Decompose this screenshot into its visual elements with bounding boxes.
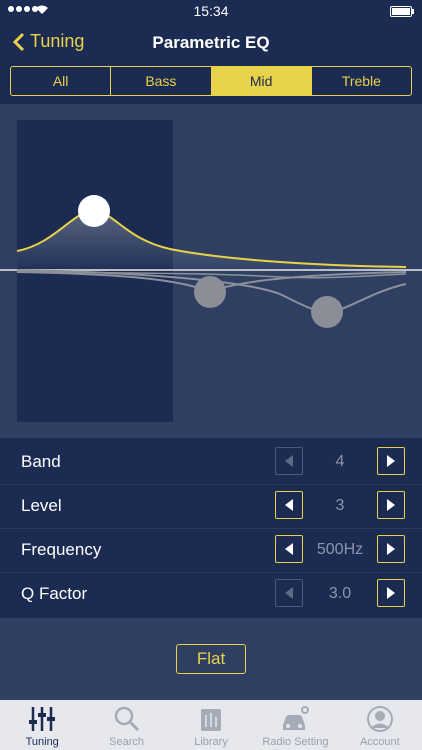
band-decrease-button[interactable] xyxy=(275,447,303,475)
segment-bass[interactable]: Bass xyxy=(111,67,212,95)
arrow-right-icon xyxy=(387,587,395,599)
eq-curve-graph[interactable] xyxy=(0,104,422,438)
user-icon xyxy=(366,706,393,732)
level-increase-button[interactable] xyxy=(377,491,405,519)
tab-label: Radio Setting xyxy=(262,736,329,748)
q-factor-increase-button[interactable] xyxy=(377,579,405,607)
arrow-right-icon xyxy=(387,499,395,511)
param-label: Level xyxy=(21,496,62,515)
tab-search[interactable]: Search xyxy=(84,700,168,750)
segment-treble[interactable]: Treble xyxy=(312,67,411,95)
param-value: 3 xyxy=(335,497,345,514)
active-band-fill xyxy=(17,210,406,270)
param-label: Band xyxy=(21,452,61,471)
flat-section: Flat xyxy=(0,618,422,700)
car-radio-icon xyxy=(283,706,310,730)
status-bar: 15:34 xyxy=(0,0,422,22)
battery-icon xyxy=(390,6,414,17)
flat-button[interactable]: Flat xyxy=(176,644,246,674)
tab-tuning[interactable]: Tuning xyxy=(0,700,84,750)
band-increase-button[interactable] xyxy=(377,447,405,475)
tab-label: Tuning xyxy=(25,736,59,748)
library-icon xyxy=(201,709,222,731)
tab-library[interactable]: Library xyxy=(169,700,253,750)
magnifier-icon xyxy=(114,706,139,732)
sliders-icon xyxy=(29,707,56,731)
app-screen: 15:34 Tuning Parametric EQ All Bass Mid … xyxy=(0,0,422,750)
param-label: Q Factor xyxy=(21,584,88,603)
tab-label: Search xyxy=(109,736,145,748)
param-row-q-factor: Q Factor 3.0 xyxy=(0,572,422,616)
q-factor-decrease-button[interactable] xyxy=(275,579,303,607)
param-label: Frequency xyxy=(21,540,102,559)
tab-radio-setting[interactable]: Radio Setting xyxy=(253,700,337,750)
band-handle-5[interactable] xyxy=(194,276,226,308)
tab-bar: Tuning Search Library Radio Setting Acco… xyxy=(0,700,422,750)
param-value: 4 xyxy=(335,453,345,470)
segment-mid[interactable]: Mid xyxy=(211,67,312,95)
band-parameters: Band 4 Level 3 Frequency 500Hz Q Factor … xyxy=(0,440,422,618)
status-time: 15:34 xyxy=(193,3,229,19)
tab-label: Library xyxy=(194,736,228,748)
frequency-decrease-button[interactable] xyxy=(275,535,303,563)
arrow-left-icon xyxy=(285,455,293,467)
back-label: Tuning xyxy=(30,31,85,51)
param-value: 3.0 xyxy=(328,585,352,602)
param-row-band: Band 4 xyxy=(0,440,422,485)
param-value: 500Hz xyxy=(316,541,364,558)
chevron-left-icon xyxy=(12,32,25,51)
tab-account[interactable]: Account xyxy=(338,700,422,750)
tab-label: Account xyxy=(359,736,400,748)
param-row-frequency: Frequency 500Hz xyxy=(0,528,422,573)
segment-all[interactable]: All xyxy=(11,67,112,95)
arrow-left-icon xyxy=(285,499,293,511)
back-button[interactable]: Tuning xyxy=(12,31,84,52)
arrow-left-icon xyxy=(285,587,293,599)
frequency-increase-button[interactable] xyxy=(377,535,405,563)
band-handle-active[interactable] xyxy=(78,195,110,227)
level-decrease-button[interactable] xyxy=(275,491,303,519)
navigation-bar: Tuning Parametric EQ xyxy=(0,22,422,66)
band-range-segmented-control: All Bass Mid Treble xyxy=(10,66,412,96)
band-handle-6[interactable] xyxy=(311,296,343,328)
arrow-right-icon xyxy=(387,543,395,555)
param-row-level: Level 3 xyxy=(0,484,422,529)
arrow-right-icon xyxy=(387,455,395,467)
arrow-left-icon xyxy=(285,543,293,555)
